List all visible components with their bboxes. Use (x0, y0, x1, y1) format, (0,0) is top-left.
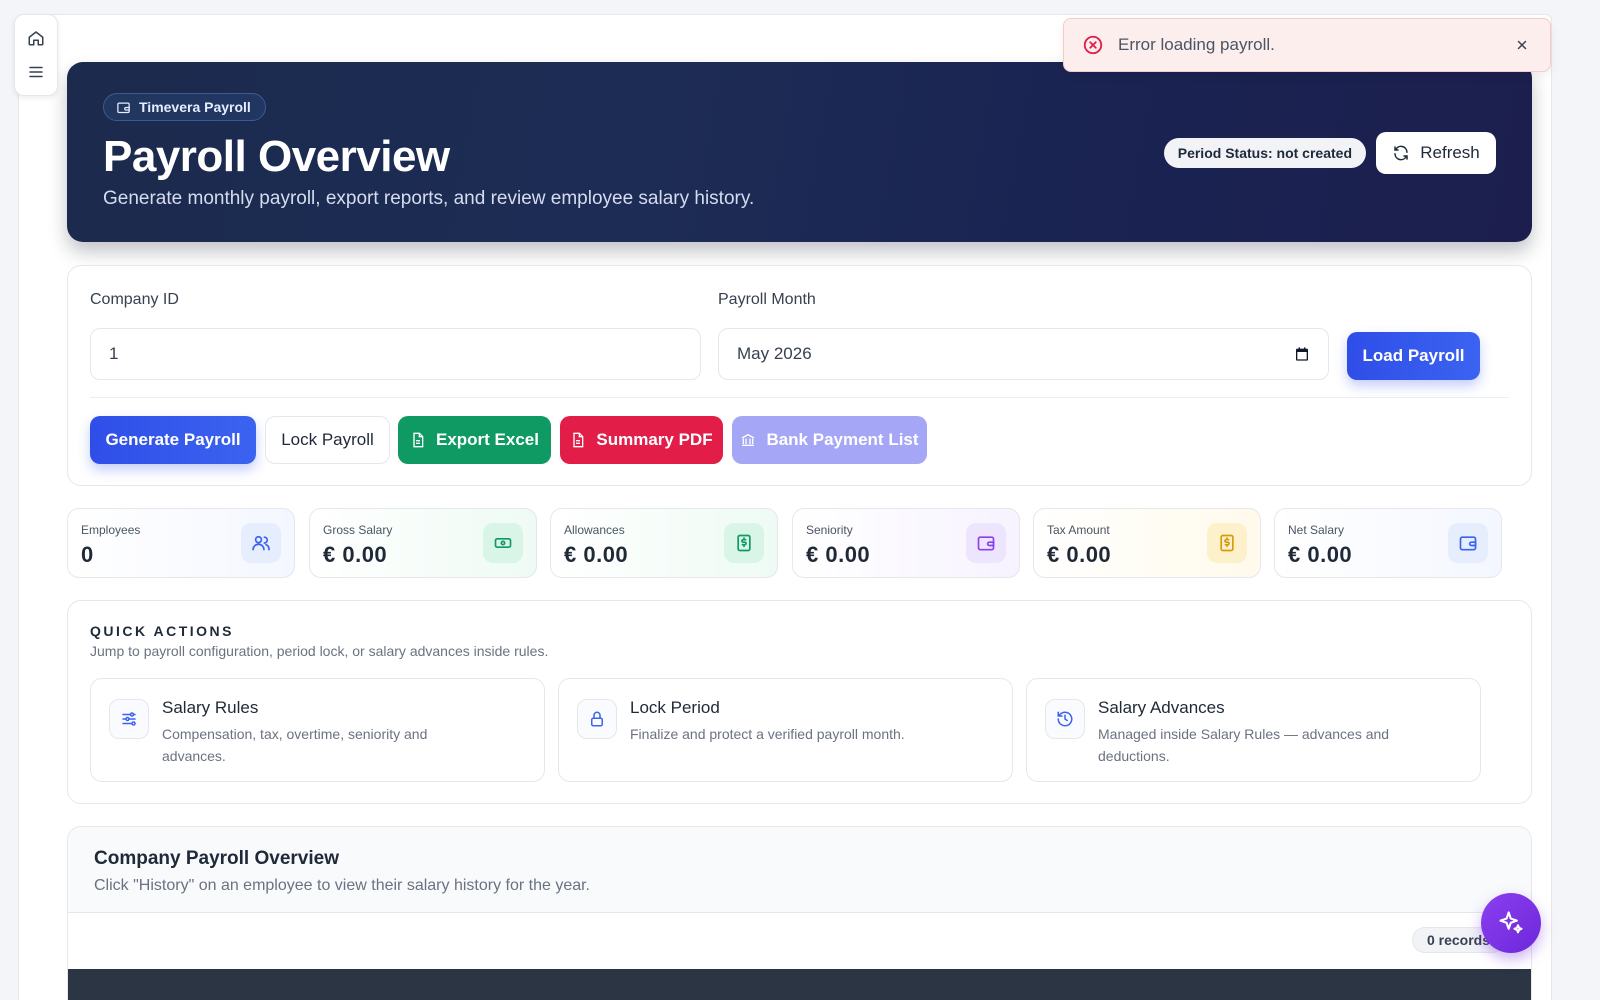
filters-divider (90, 397, 1509, 398)
stat-card-employees: Employees 0 (67, 508, 295, 578)
quick-action-title: Salary Rules (162, 698, 259, 717)
stat-card-seniority: Seniority € 0.00 (792, 508, 1020, 578)
generate-payroll-button[interactable]: Generate Payroll (90, 416, 256, 464)
overview-title: Company Payroll Overview (94, 848, 339, 869)
brand-label: Timevera Payroll (139, 99, 251, 115)
filters-card: Company ID 1 Payroll Month May 2026 Load… (67, 265, 1532, 486)
load-payroll-label: Load Payroll (1362, 346, 1465, 365)
quick-actions-card: QUICK ACTIONS Jump to payroll configurat… (67, 600, 1532, 804)
spreadsheet-icon (413, 432, 424, 448)
refresh-label: Refresh (1420, 143, 1480, 162)
lock-payroll-label: Lock Payroll (281, 430, 374, 449)
document-icon (573, 432, 584, 448)
stat-card-allowances: Allowances € 0.00 (550, 508, 778, 578)
quick-actions-title: QUICK ACTIONS (90, 623, 234, 639)
company-id-label: Company ID (90, 291, 179, 308)
quick-action-desc: Compensation, tax, overtime, seniority a… (162, 726, 428, 764)
quick-action-salary-rules[interactable]: Salary Rules Compensation, tax, overtime… (90, 678, 545, 782)
stat-value: 0 (81, 542, 94, 567)
stat-value: € 0.00 (323, 542, 388, 567)
stat-value: € 0.00 (1047, 542, 1112, 567)
wallet-icon (966, 523, 1006, 563)
stat-card-net-salary: Net Salary € 0.00 (1274, 508, 1502, 578)
error-icon (1083, 35, 1103, 55)
overview-header: Company Payroll Overview Click "History"… (68, 827, 1531, 913)
page-subtitle: Generate monthly payroll, export reports… (103, 188, 755, 209)
quick-action-title: Lock Period (630, 698, 720, 717)
stat-label: Net Salary (1288, 523, 1345, 537)
quick-action-lock-period[interactable]: Lock Period Finalize and protect a verif… (558, 678, 1013, 782)
export-excel-button[interactable]: Export Excel (398, 416, 551, 464)
overview-subtitle: Click "History" on an employee to view t… (94, 877, 590, 894)
brand-badge: Timevera Payroll (103, 93, 266, 121)
wallet-icon (117, 102, 130, 113)
stat-card-gross-salary: Gross Salary € 0.00 (309, 508, 537, 578)
summary-pdf-label: Summary PDF (596, 430, 713, 449)
sliders-icon (109, 699, 149, 739)
quick-action-salary-advances[interactable]: Salary Advances Managed inside Salary Ru… (1026, 678, 1481, 782)
hero-banner: Timevera Payroll Payroll Overview Genera… (67, 62, 1532, 242)
dollar-doc-icon (724, 523, 764, 563)
ai-assistant-button[interactable] (1481, 893, 1541, 953)
table-header (68, 969, 1531, 1000)
company-id-input[interactable]: 1 (90, 328, 701, 380)
payroll-overview-card: Company Payroll Overview Click "History"… (67, 826, 1532, 1000)
export-excel-label: Export Excel (436, 430, 539, 449)
payroll-month-input[interactable]: May 2026 (718, 328, 1329, 380)
calendar-icon[interactable] (1294, 346, 1310, 362)
bank-icon (742, 433, 755, 446)
quick-actions-subtitle: Jump to payroll configuration, period lo… (90, 643, 549, 659)
toast-message: Error loading payroll. (1118, 35, 1275, 54)
wallet-blue-icon (1448, 523, 1488, 563)
lock-icon (577, 699, 617, 739)
stat-label: Gross Salary (323, 523, 393, 537)
history-icon (1045, 699, 1085, 739)
load-payroll-button[interactable]: Load Payroll (1347, 332, 1480, 380)
company-id-value: 1 (109, 344, 119, 363)
tax-doc-icon (1207, 523, 1247, 563)
close-icon (1517, 40, 1527, 50)
stat-value: € 0.00 (806, 542, 871, 567)
home-button[interactable] (22, 24, 50, 52)
bank-payment-list-button[interactable]: Bank Payment List (732, 416, 927, 464)
cash-icon (483, 523, 523, 563)
period-status-badge: Period Status: not created (1163, 138, 1366, 168)
error-toast: Error loading payroll. (1063, 18, 1551, 72)
payroll-month-value: May 2026 (737, 344, 812, 363)
side-rail (14, 14, 58, 96)
users-icon (241, 523, 281, 563)
sparkle-icon (1499, 911, 1523, 934)
generate-payroll-label: Generate Payroll (105, 430, 241, 449)
stat-value: € 0.00 (564, 542, 629, 567)
refresh-button[interactable]: Refresh (1376, 132, 1496, 174)
stat-value: € 0.00 (1288, 542, 1353, 567)
menu-icon (29, 66, 43, 78)
stat-label: Employees (81, 523, 141, 537)
bank-payment-list-label: Bank Payment List (766, 430, 919, 449)
stat-label: Seniority (806, 523, 853, 537)
summary-pdf-button[interactable]: Summary PDF (560, 416, 723, 464)
payroll-month-label: Payroll Month (718, 291, 816, 308)
lock-payroll-button[interactable]: Lock Payroll (265, 416, 390, 464)
quick-action-title: Salary Advances (1098, 698, 1225, 717)
stat-card-tax-amount: Tax Amount € 0.00 (1033, 508, 1261, 578)
toast-close-button[interactable] (1512, 35, 1532, 55)
page-title: Payroll Overview (103, 132, 450, 181)
refresh-icon (1394, 145, 1408, 161)
menu-button[interactable] (22, 58, 50, 86)
quick-action-desc: Finalize and protect a verified payroll … (630, 726, 905, 742)
stat-label: Allowances (564, 523, 625, 537)
stat-label: Tax Amount (1047, 523, 1110, 537)
home-icon (28, 31, 44, 46)
quick-action-desc: Managed inside Salary Rules — advances a… (1098, 726, 1390, 764)
